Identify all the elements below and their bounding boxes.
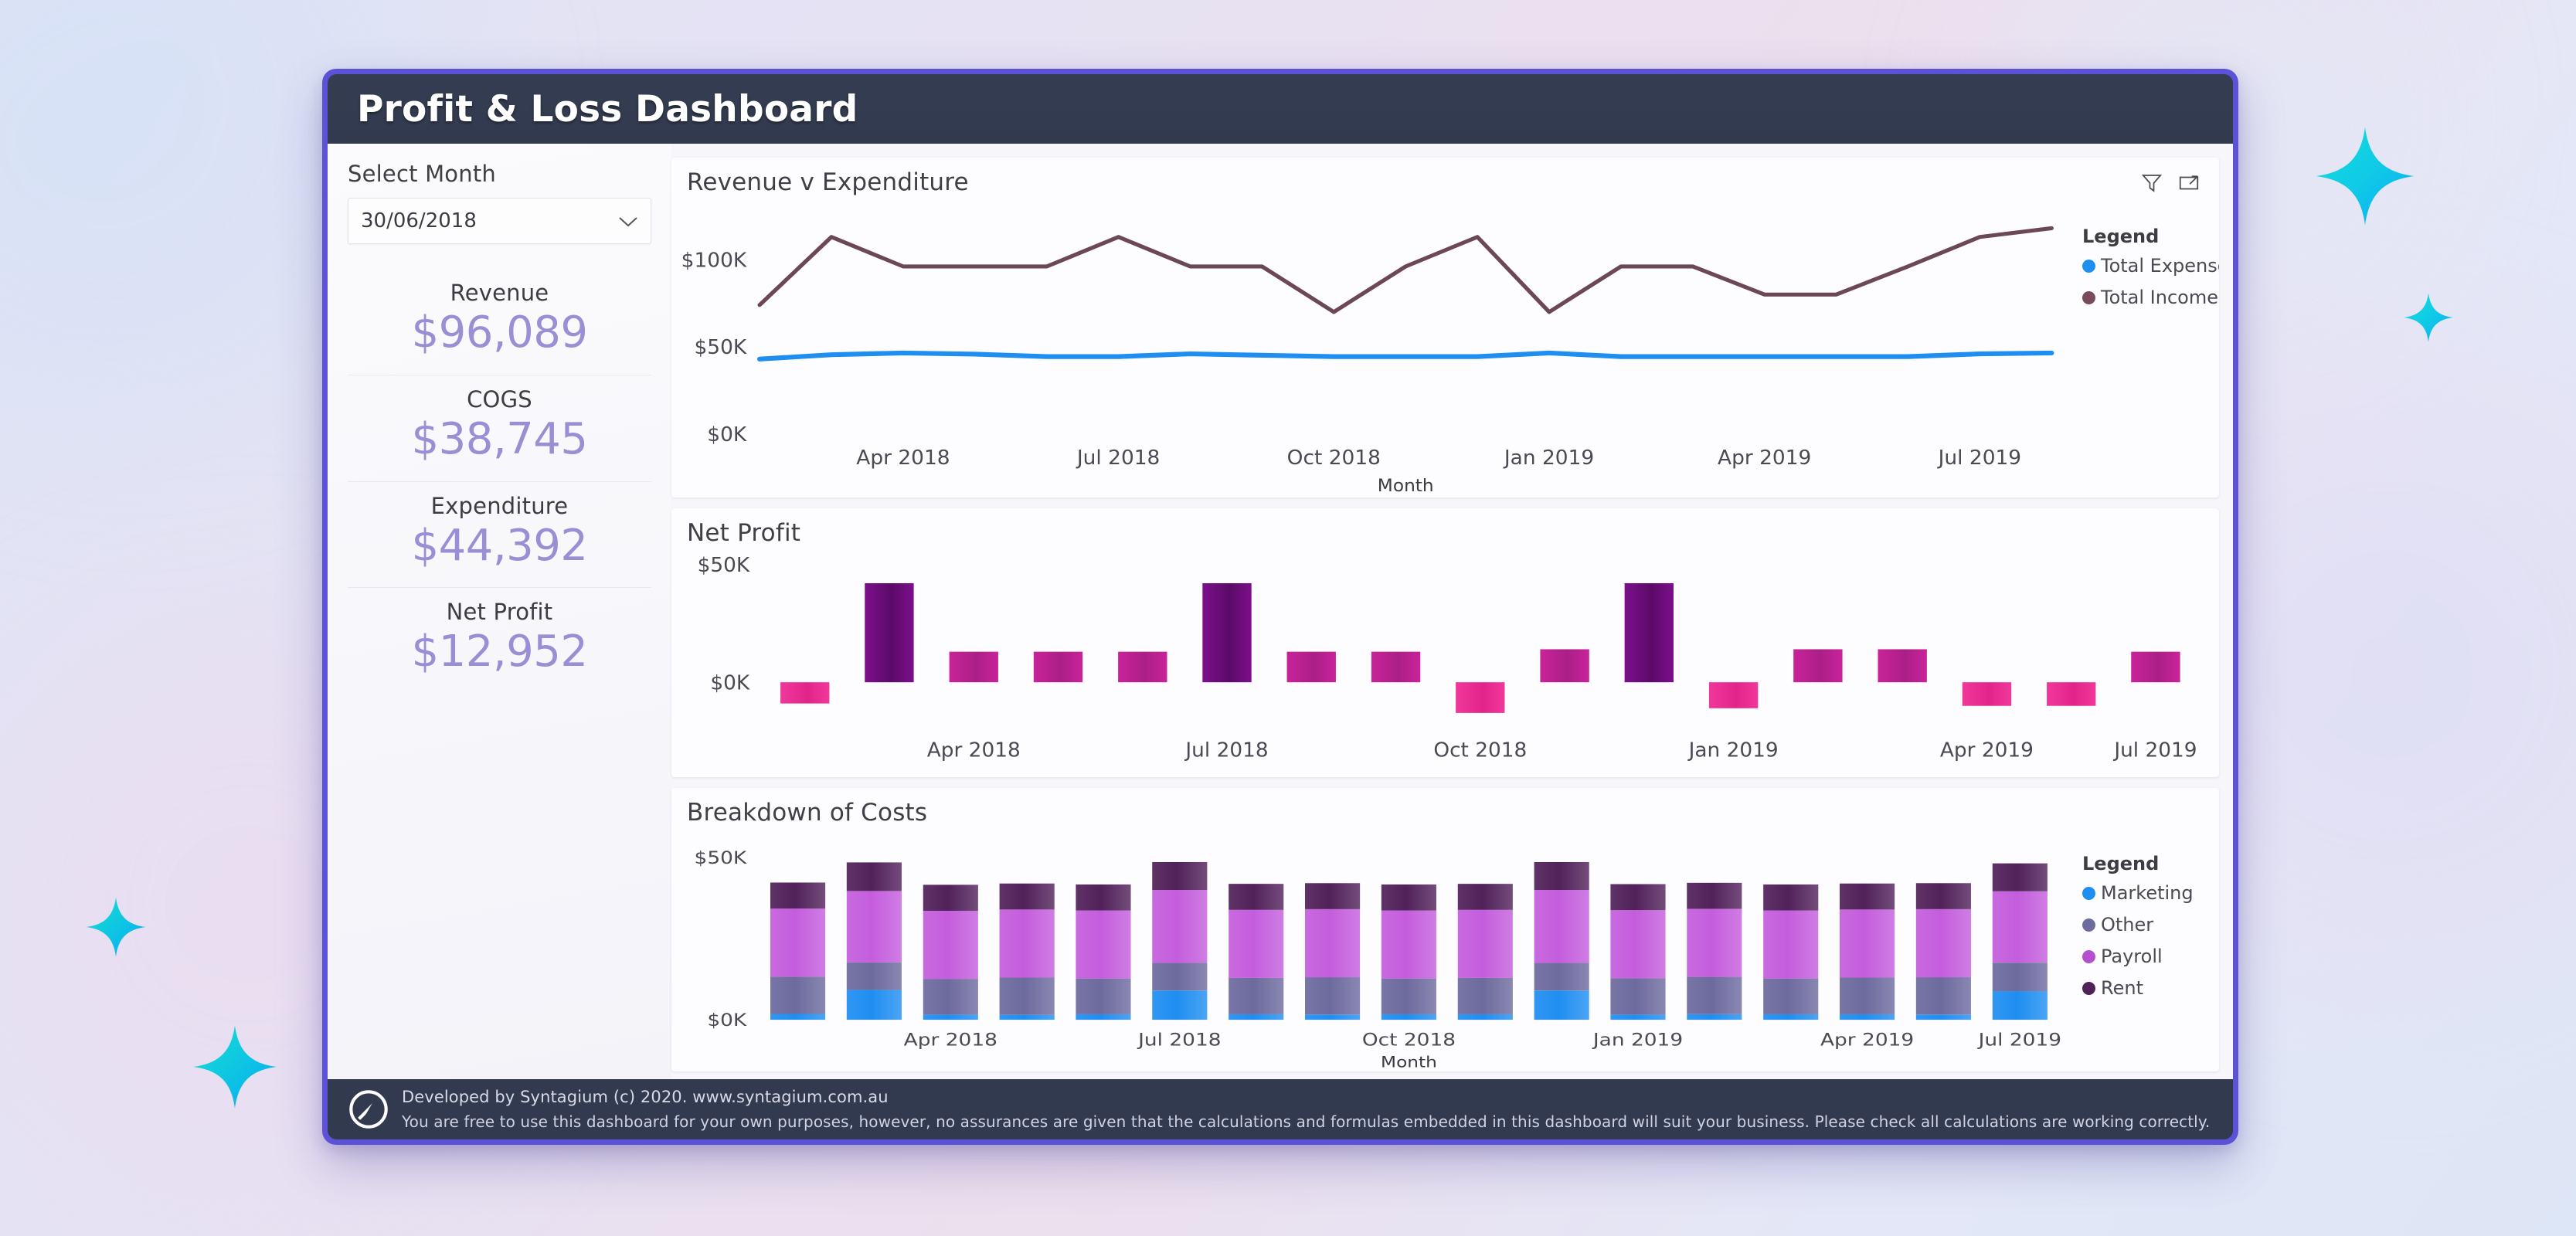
page-title: Profit & Loss Dashboard (357, 87, 858, 131)
syntagium-logo-icon (343, 1084, 394, 1135)
focus-mode-icon[interactable] (2177, 171, 2200, 195)
month-select-dropdown[interactable]: 30/06/2018 (348, 198, 651, 244)
svg-text:Jul 2019: Jul 2019 (1976, 1030, 2061, 1050)
kpi-title: Expenditure (430, 492, 569, 519)
card-title: Net Profit (687, 519, 801, 547)
card-title: Revenue v Expenditure (687, 168, 969, 196)
svg-text:Oct 2018: Oct 2018 (1433, 739, 1527, 762)
chart-legend-breakdown-of-costs: Legend Marketing Other Payroll Rent (2076, 827, 2219, 1071)
kpi-value: $38,745 (411, 413, 588, 464)
legend-label: Total Expense (2101, 255, 2219, 277)
dashboard-window: Profit & Loss Dashboard Select Month 30/… (322, 69, 2238, 1145)
svg-text:Oct 2018: Oct 2018 (1287, 447, 1381, 470)
svg-text:$0K: $0K (707, 423, 747, 447)
svg-text:Jul 2019: Jul 2019 (1937, 447, 2022, 470)
svg-text:Apr 2018: Apr 2018 (856, 447, 950, 470)
sparkle-star-icon (192, 1024, 278, 1110)
legend-swatch-icon (2082, 981, 2095, 995)
sidebar: Select Month 30/06/2018 Revenue $96,089 (328, 144, 671, 1079)
svg-text:Jan 2019: Jan 2019 (1592, 1030, 1683, 1050)
content-area: Revenue v Expenditure $0K $50K $100K Apr… (671, 144, 2233, 1079)
legend-label: Total Income (2101, 287, 2218, 308)
stacked-bar-chart-breakdown-of-costs[interactable]: $0K $50K Apr 2018 Jul 2018 Oct 2018 Jan 2019 A… (671, 827, 2076, 1071)
legend-swatch-icon (2082, 886, 2095, 900)
card-breakdown-of-costs: Breakdown of Costs $0K $50K Apr 2018 Jul 20… (671, 788, 2219, 1071)
legend-label: Other (2101, 914, 2154, 935)
sparkle-star-icon (2403, 292, 2454, 343)
legend-item[interactable]: Marketing (2082, 882, 2219, 904)
legend-label: Marketing (2101, 882, 2194, 904)
line-chart-revenue-v-expenditure[interactable]: $0K $50K $100K Apr 2018 Jul 2018 Oct 2018 Jan … (671, 196, 2076, 497)
sparkle-star-icon (85, 896, 147, 958)
legend-item[interactable]: Other (2082, 914, 2219, 935)
card-revenue-v-expenditure: Revenue v Expenditure $0K $50K $100K Apr… (671, 158, 2219, 497)
svg-text:$50K: $50K (695, 847, 748, 868)
svg-text:Jul 2018: Jul 2018 (1184, 739, 1268, 762)
svg-text:$50K: $50K (698, 554, 751, 577)
month-select-value: 30/06/2018 (361, 209, 477, 233)
legend-swatch-icon (2082, 290, 2095, 304)
legend-item[interactable]: Rent (2082, 977, 2219, 999)
legend-item[interactable]: Total Income (2082, 287, 2219, 308)
kpi-card-expenditure: Expenditure $44,392 (348, 480, 651, 588)
filter-icon[interactable] (2140, 171, 2163, 195)
card-net-profit: Net Profit $0K $50K Apr 2018 Jul 2018 Oct 20… (671, 508, 2219, 777)
kpi-value: $44,392 (411, 520, 588, 571)
card-title: Breakdown of Costs (687, 799, 928, 827)
svg-text:Jan 2019: Jan 2019 (1503, 447, 1594, 470)
svg-text:$0K: $0K (710, 672, 750, 695)
kpi-value: $96,089 (411, 307, 588, 358)
svg-text:Oct 2018: Oct 2018 (1362, 1030, 1456, 1050)
svg-text:Jul 2018: Jul 2018 (1076, 447, 1161, 470)
legend-swatch-icon (2082, 259, 2095, 273)
kpi-title: Net Profit (446, 599, 553, 626)
kpi-title: Revenue (450, 280, 549, 306)
kpi-card-cogs: COGS $38,745 (348, 374, 651, 481)
svg-text:Jan 2019: Jan 2019 (1687, 739, 1779, 762)
legend-label: Rent (2101, 977, 2143, 999)
footer: Developed by Syntagium (c) 2020. www.syn… (328, 1079, 2233, 1139)
kpi-value: $12,952 (411, 626, 588, 677)
window-titlebar: Profit & Loss Dashboard (328, 74, 2233, 144)
svg-text:$50K: $50K (695, 337, 748, 360)
kpi-card-revenue: Revenue $96,089 (348, 269, 651, 375)
chart-legend-revenue-v-expenditure: Legend Total Expense Total Income (2076, 196, 2219, 497)
legend-item[interactable]: Payroll (2082, 946, 2219, 967)
page-background: Profit & Loss Dashboard Select Month 30/… (0, 0, 2576, 1236)
chevron-down-icon (618, 216, 638, 227)
legend-title: Legend (2082, 226, 2160, 247)
kpi-title: COGS (467, 385, 532, 413)
legend-swatch-icon (2082, 918, 2095, 932)
svg-text:Month: Month (1378, 476, 1434, 496)
svg-text:Apr 2018: Apr 2018 (904, 1030, 997, 1050)
sparkle-star-icon (2314, 125, 2416, 227)
svg-text:Month: Month (1381, 1054, 1437, 1071)
kpi-card-net-profit: Net Profit $12,952 (348, 587, 651, 694)
svg-text:$0K: $0K (707, 1010, 747, 1030)
select-month-label: Select Month (348, 161, 496, 187)
footer-credit: Developed by Syntagium (c) 2020. www.syn… (402, 1088, 889, 1106)
svg-text:Apr 2019: Apr 2019 (1718, 447, 1811, 470)
svg-text:$100K: $100K (681, 250, 747, 273)
svg-text:Apr 2018: Apr 2018 (927, 739, 1021, 762)
bar-chart-net-profit[interactable]: $0K $50K Apr 2018 Jul 2018 Oct 2018 Jan 2019 A… (671, 547, 2219, 777)
legend-label: Payroll (2101, 946, 2163, 967)
svg-text:Apr 2019: Apr 2019 (1820, 1030, 1914, 1050)
kpi-list: Revenue $96,089 COGS $38,745 Expenditure… (348, 269, 651, 694)
footer-disclaimer: You are free to use this dashboard for y… (402, 1112, 2211, 1131)
legend-swatch-icon (2082, 949, 2095, 963)
legend-title: Legend (2082, 853, 2160, 874)
svg-text:Jul 2018: Jul 2018 (1137, 1030, 1222, 1050)
svg-text:Jul 2019: Jul 2019 (2112, 739, 2197, 762)
svg-text:Apr 2019: Apr 2019 (1940, 739, 2034, 762)
legend-item[interactable]: Total Expense (2082, 255, 2219, 277)
